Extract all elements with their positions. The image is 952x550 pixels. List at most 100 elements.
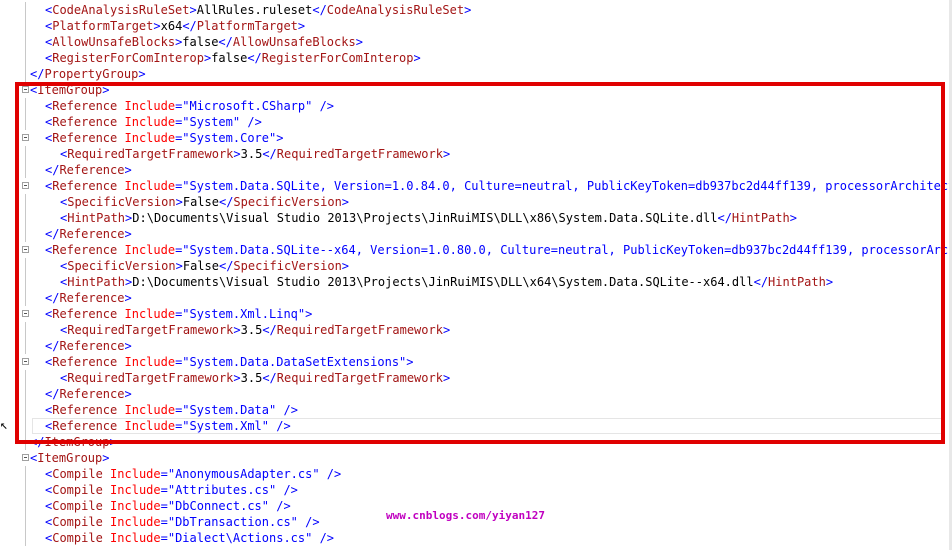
code-token: x64 [160,19,183,33]
code-line[interactable]: </Reference> [16,386,952,402]
code-token: AllowUnsafeBlocks [232,35,356,49]
code-token: "> [269,131,284,145]
code-token: =" [175,115,190,129]
code-text: <Reference Include="System.Data.DataSetE… [45,354,414,370]
code-line[interactable]: <Reference Include="System.Data.SQLite, … [16,178,952,194]
code-token: AllRules.ruleset [196,3,313,17]
outline-guide [25,66,26,82]
code-token: > [297,19,306,33]
code-line[interactable]: <HintPath>D:\Documents\Visual Studio 201… [16,210,952,226]
code-line[interactable]: </PropertyGroup> [16,66,952,82]
code-token: > [138,67,146,81]
code-text: </Reference> [45,386,132,402]
code-token: HintPath [67,275,126,289]
code-token: Reference [52,403,118,417]
code-token: Reference [52,179,118,193]
collapse-toggle-icon[interactable] [22,86,29,93]
code-line[interactable]: </Reference> [16,226,952,242]
collapse-toggle-icon[interactable] [22,358,29,365]
code-token: AnonymousAdapter.cs [175,467,313,481]
code-token: </ [182,19,197,33]
code-token: > [175,259,183,273]
code-token: D:\Documents\Visual Studio 2013\Projects… [132,211,718,225]
code-token: Compile [52,531,103,545]
code-line[interactable]: <PlatformTarget>x64</PlatformTarget> [16,18,952,34]
code-line[interactable]: <AllowUnsafeBlocks>false</AllowUnsafeBlo… [16,34,952,50]
code-token: ItemGroup [37,451,103,465]
outline-guide [25,514,26,530]
code-token: > [102,451,110,465]
code-token: Reference [59,291,125,305]
code-line[interactable]: <SpecificVersion>False</SpecificVersion> [16,194,952,210]
collapse-toggle-icon[interactable] [22,246,29,253]
code-line[interactable]: <Compile Include="Attributes.cs" /> [16,482,952,498]
code-token: > [102,83,110,97]
collapse-toggle-icon[interactable] [22,310,29,317]
code-text: <ItemGroup> [30,82,110,98]
code-line[interactable]: <ItemGroup> [16,82,952,98]
code-line[interactable]: <ItemGroup> [16,450,952,466]
code-line[interactable]: <Reference Include="System" /> [16,114,952,130]
code-token: RequiredTargetFramework [276,323,443,337]
code-line[interactable]: <RequiredTargetFramework>3.5</RequiredTa… [16,370,952,386]
code-token: " /> [232,115,262,129]
current-line-indicator [32,418,944,434]
code-text: <Reference Include="Microsoft.CSharp" /> [45,98,334,114]
code-line[interactable]: <Reference Include="Microsoft.CSharp" /> [16,98,952,114]
code-text: <PlatformTarget>x64</PlatformTarget> [45,18,305,34]
code-token: 3.5 [240,147,263,161]
code-token: > [189,3,197,17]
outline-guide [25,338,26,354]
outline-guide [25,114,26,130]
code-line[interactable]: <Reference Include="System.Data.SQLite--… [16,242,952,258]
outline-guide [25,418,26,434]
code-line[interactable]: <Compile Include="Dialect\Actions.cs" /> [16,530,952,546]
code-line[interactable]: <RequiredTargetFramework>3.5</RequiredTa… [16,146,952,162]
collapse-toggle-icon[interactable] [22,454,29,461]
collapse-toggle-icon[interactable] [22,134,29,141]
collapse-toggle-icon[interactable] [22,182,29,189]
code-token: > [825,275,834,289]
code-token: Include [124,403,176,417]
code-line[interactable]: <RegisterForComInterop>false</RegisterFo… [16,50,952,66]
code-token: System.Data.SQLite--x64, Version=1.0.80.… [189,243,952,257]
code-token: > [124,339,132,353]
code-text: <RequiredTargetFramework>3.5</RequiredTa… [60,370,450,386]
code-line[interactable]: </Reference> [16,290,952,306]
code-text: </Reference> [45,290,132,306]
code-editor[interactable]: <CodeAnalysisRuleSet>AllRules.ruleset</C… [16,0,952,550]
code-token: =" [175,131,190,145]
code-line[interactable]: <Reference Include="System.Data.DataSetE… [16,354,952,370]
code-token: Include [124,179,176,193]
code-token: SpecificVersion [233,259,342,273]
code-token: </ [753,275,769,289]
code-line[interactable]: <Reference Include="System.Xml.Linq"> [16,306,952,322]
code-token: Compile [52,483,103,497]
code-token: Compile [52,499,103,513]
code-token: " /> [269,403,298,417]
code-token: Reference [52,355,118,369]
code-token: Reference [59,339,125,353]
code-line[interactable]: <Reference Include="System.Core"> [16,130,952,146]
outline-guide [25,402,26,418]
code-line[interactable]: </Reference> [16,338,952,354]
code-line[interactable]: </Reference> [16,162,952,178]
code-token: CodeAnalysisRuleSet [52,3,190,17]
code-line[interactable]: <RequiredTargetFramework>3.5</RequiredTa… [16,322,952,338]
code-line[interactable]: <SpecificVersion>False</SpecificVersion> [16,258,952,274]
code-token: > [175,195,183,209]
code-line[interactable]: <Reference Include="System.Data" /> [16,402,952,418]
code-text: <ItemGroup> [30,450,110,466]
code-token: > [124,227,132,241]
outline-guide [25,290,26,306]
code-line[interactable]: </ItemGroup> [16,434,952,450]
outline-guide [25,34,26,50]
code-line[interactable]: <CodeAnalysisRuleSet>AllRules.ruleset</C… [16,2,952,18]
code-token: Include [110,499,161,513]
code-token: =" [175,99,190,113]
code-token: AllowUnsafeBlocks [52,35,176,49]
code-line[interactable]: <Compile Include="AnonymousAdapter.cs" /… [16,466,952,482]
code-line[interactable]: <HintPath>D:\Documents\Visual Studio 201… [16,274,952,290]
code-token: </ [218,259,234,273]
